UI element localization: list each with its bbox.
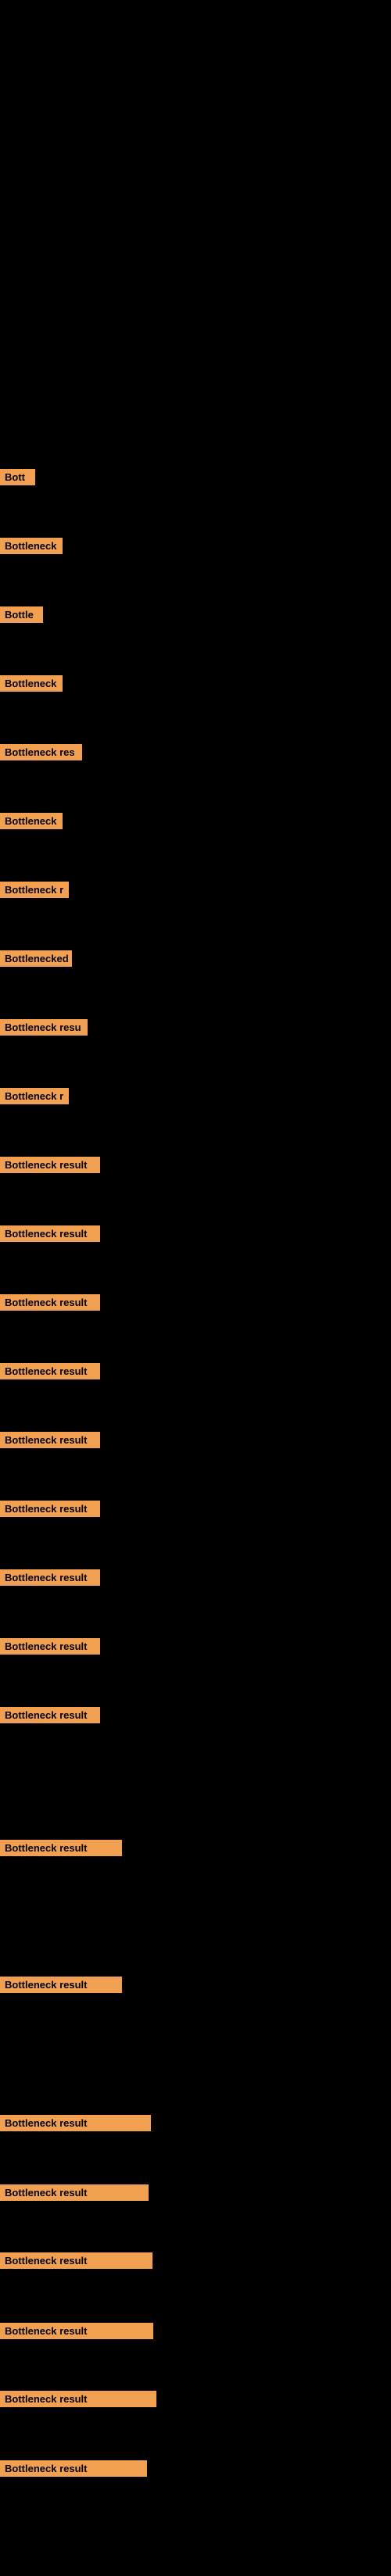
bottleneck-item: Bottleneck result	[0, 1837, 122, 1859]
bottleneck-label: Bottle	[0, 606, 43, 623]
bottleneck-item: Bottlenecked	[0, 947, 72, 969]
bottleneck-label: Bottleneck r	[0, 1088, 69, 1104]
bottleneck-item: Bottleneck result	[0, 1635, 100, 1657]
bottleneck-item: Bottleneck resu	[0, 1016, 88, 1038]
bottleneck-label: Bottleneck result	[0, 1840, 122, 1856]
bottleneck-item: Bottleneck result	[0, 1704, 100, 1726]
bottleneck-label: Bottleneck result	[0, 2115, 151, 2131]
bottleneck-label: Bottlenecked	[0, 950, 72, 967]
bottleneck-item: Bottleneck	[0, 810, 63, 832]
bottleneck-item: Bottleneck r	[0, 878, 69, 900]
bottleneck-label: Bottleneck	[0, 538, 63, 554]
bottleneck-label: Bottleneck	[0, 675, 63, 692]
bottleneck-item: Bottleneck result	[0, 2388, 156, 2410]
bottleneck-item: Bottleneck result	[0, 1360, 100, 1382]
bottleneck-label: Bottleneck result	[0, 1225, 100, 1242]
bottleneck-label: Bottleneck result	[0, 1157, 100, 1173]
bottleneck-label: Bottleneck result	[0, 1363, 100, 1379]
bottleneck-label: Bottleneck result	[0, 1977, 122, 1993]
bottleneck-item: Bottleneck result	[0, 2457, 147, 2479]
bottleneck-item: Bottleneck result	[0, 1566, 100, 1588]
bottleneck-item: Bottleneck result	[0, 1291, 100, 1313]
bottleneck-label: Bottleneck resu	[0, 1019, 88, 1036]
site-title	[0, 0, 391, 13]
bottleneck-item: Bottleneck result	[0, 2320, 153, 2342]
bottleneck-label: Bottleneck result	[0, 2460, 147, 2477]
bottleneck-item: Bottleneck r	[0, 1085, 69, 1107]
bottleneck-label: Bottleneck result	[0, 1707, 100, 1723]
bottleneck-item: Bottleneck	[0, 535, 63, 556]
bottleneck-label: Bottleneck result	[0, 1569, 100, 1586]
bottleneck-label: Bottleneck result	[0, 1432, 100, 1448]
bottleneck-item: Bottleneck result	[0, 1973, 122, 1995]
bottleneck-item: Bottleneck result	[0, 2249, 152, 2271]
bottleneck-label: Bottleneck result	[0, 1294, 100, 1311]
bottleneck-item: Bottleneck result	[0, 1222, 100, 1244]
chart-area	[0, 13, 391, 466]
bottleneck-label: Bottleneck result	[0, 2184, 149, 2201]
bottleneck-item: Bott	[0, 466, 35, 488]
bottleneck-label: Bottleneck result	[0, 1501, 100, 1517]
bottleneck-item: Bottleneck result	[0, 1497, 100, 1519]
bottleneck-item: Bottle	[0, 603, 43, 625]
bottleneck-container: Bott Bottleneck Bottle Bottleneck Bottleneck…	[0, 466, 391, 2576]
bottleneck-label: Bottleneck result	[0, 1638, 100, 1655]
bottleneck-label: Bottleneck res	[0, 744, 82, 760]
bottleneck-item: Bottleneck res	[0, 741, 82, 763]
bottleneck-item: Bottleneck result	[0, 1154, 100, 1175]
bottleneck-label: Bottleneck result	[0, 2252, 152, 2269]
bottleneck-label: Bottleneck	[0, 813, 63, 829]
bottleneck-label: Bottleneck result	[0, 2391, 156, 2407]
bottleneck-item: Bottleneck result	[0, 2181, 149, 2203]
bottleneck-label: Bott	[0, 469, 35, 485]
bottleneck-item: Bottleneck	[0, 672, 63, 694]
bottleneck-label: Bottleneck result	[0, 2323, 153, 2339]
bottleneck-label: Bottleneck r	[0, 882, 69, 898]
bottleneck-item: Bottleneck result	[0, 1429, 100, 1451]
bottleneck-item: Bottleneck result	[0, 2112, 151, 2134]
